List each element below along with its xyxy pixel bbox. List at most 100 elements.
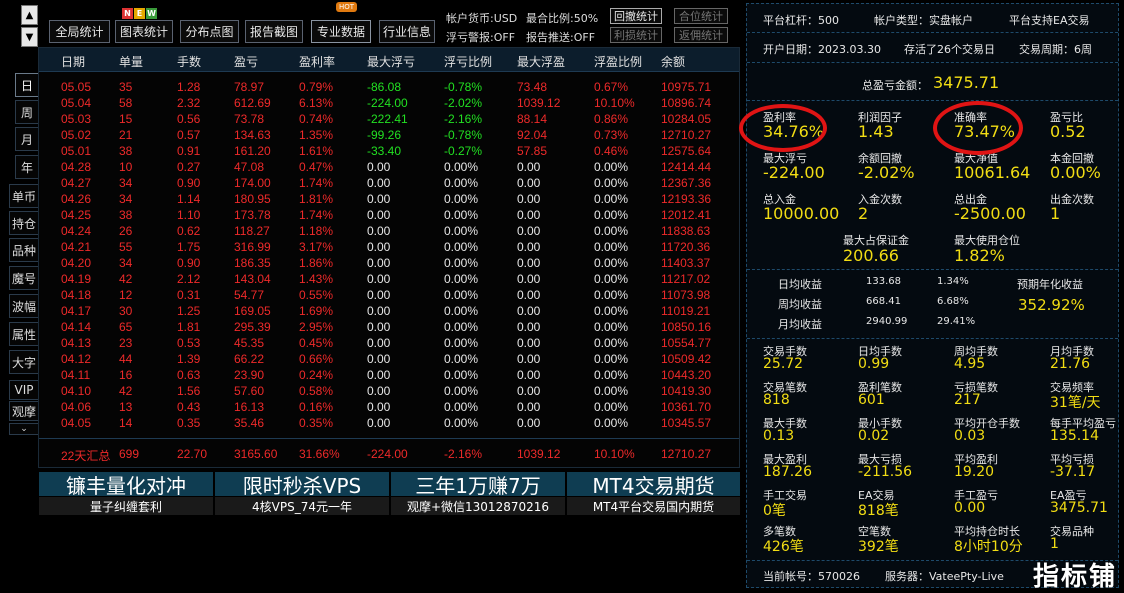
cell-max-float-loss: 0.00 <box>367 288 391 302</box>
column-header-orders[interactable]: 单量 <box>119 53 143 70</box>
distribution-chart-button[interactable]: 分布点图 <box>180 20 239 43</box>
cell-float-profit-ratio: 0.00% <box>594 176 629 190</box>
table-row[interactable]: 05.02 21 0.57 134.63 1.35% -99.26 -0.78% 92.04 0… <box>39 128 739 144</box>
sidebar-item-magic-number[interactable]: 魔号 <box>9 266 39 290</box>
table-row[interactable]: 04.27 34 0.90 174.00 1.74% 0.00 0.00% 0.00 0.00%… <box>39 176 739 192</box>
stat-value: -2.02% <box>858 163 915 182</box>
table-row[interactable]: 04.17 30 1.25 169.05 1.69% 0.00 0.00% 0.00 0.00%… <box>39 304 739 320</box>
cell-max-float-loss: 0.00 <box>367 400 391 414</box>
report-push-label: 报告推送:OFF <box>526 31 596 44</box>
cell-rate: 0.24% <box>299 368 334 382</box>
position-stats-button[interactable]: 合位统计 <box>674 8 728 24</box>
scroll-up-button[interactable]: ▲ <box>21 5 38 25</box>
sidebar-item-large-font[interactable]: 大字 <box>9 350 39 374</box>
sidebar-item-week[interactable]: 周 <box>15 100 39 124</box>
table-row[interactable]: 04.21 55 1.75 316.99 3.17% 0.00 0.00% 0.00 0.00%… <box>39 240 739 256</box>
chart-stats-button[interactable]: 图表统计 <box>115 20 173 43</box>
daily-stats-table: 日期 单量 手数 盈亏 盈利率 最大浮亏 浮亏比例 最大浮盈 浮盈比例 余额 05.05 35 1.2… <box>38 47 740 468</box>
cell-rate: 1.61% <box>299 144 334 158</box>
cell-date: 05.03 <box>61 112 92 126</box>
table-row[interactable]: 04.14 65 1.81 295.39 2.95% 0.00 0.00% 0.00 0.00%… <box>39 320 739 336</box>
table-row[interactable]: 04.26 34 1.14 180.95 1.81% 0.00 0.00% 0.00 0.00%… <box>39 192 739 208</box>
sidebar-more-button[interactable]: ⌄ <box>9 423 39 435</box>
report-screenshot-button[interactable]: 报告截图 <box>245 20 303 43</box>
stat-value: 818笔 <box>858 503 899 519</box>
cell-float-loss-ratio: 0.00% <box>444 320 479 334</box>
table-row[interactable]: 04.06 13 0.43 16.13 0.16% 0.00 0.00% 0.00 0.00% 1… <box>39 400 739 416</box>
cell-max-float-loss: 0.00 <box>367 384 391 398</box>
sidebar-item-attributes[interactable]: 属性 <box>9 322 39 346</box>
banner-vps-promo[interactable]: 限时秒杀VPS <box>215 472 389 498</box>
cell-balance: 10850.16 <box>661 320 712 334</box>
cell-lots: 0.31 <box>177 288 201 302</box>
banner-sub-vps-promo[interactable]: 4核VPS_74元一年 <box>215 497 389 515</box>
table-row[interactable]: 05.05 35 1.28 78.97 0.79% -86.08 -0.78% 73.48 0.… <box>39 80 739 96</box>
scroll-down-button[interactable]: ▼ <box>21 27 38 47</box>
column-header-rate[interactable]: 盈利率 <box>299 53 335 70</box>
banner-sub-mt4-futures-promo[interactable]: MT4平台交易国内期货 <box>567 497 740 515</box>
banner-sub-hedge-promo[interactable]: 量子纠缠套利 <box>39 497 213 515</box>
global-stats-button[interactable]: 全局统计 <box>49 20 110 43</box>
table-row[interactable]: 04.10 42 1.56 57.60 0.58% 0.00 0.00% 0.00 0.00% 1… <box>39 384 739 400</box>
banner-earnings-promo[interactable]: 三年1万赚7万 <box>391 472 565 498</box>
sidebar-item-symbols[interactable]: 品种 <box>9 238 39 262</box>
table-row[interactable]: 05.03 15 0.56 73.78 0.74% -222.41 -2.16% 88.14 0… <box>39 112 739 128</box>
profit-loss-stats-button[interactable]: 利损统计 <box>610 27 662 43</box>
table-row[interactable]: 04.12 44 1.39 66.22 0.66% 0.00 0.00% 0.00 0.00% 1… <box>39 352 739 368</box>
table-row[interactable]: 04.25 38 1.10 173.78 1.74% 0.00 0.00% 0.00 0.00%… <box>39 208 739 224</box>
cell-float-loss-ratio: 0.00% <box>444 384 479 398</box>
column-header-max-float-loss[interactable]: 最大浮亏 <box>367 53 415 70</box>
cell-max-float-profit: 0.00 <box>517 320 541 334</box>
banner-hedge-promo[interactable]: 镰丰量化对冲 <box>39 472 213 498</box>
rebate-stats-button[interactable]: 返佣统计 <box>674 27 728 43</box>
new-badge-e: E <box>134 8 145 19</box>
column-header-balance[interactable]: 余额 <box>661 53 685 70</box>
column-header-max-float-profit[interactable]: 最大浮盈 <box>517 53 565 70</box>
sidebar-item-month[interactable]: 月 <box>15 127 39 151</box>
cell-pnl: 57.60 <box>234 384 265 398</box>
cell-balance: 11838.63 <box>661 224 711 238</box>
industry-info-button[interactable]: 行业信息 <box>379 20 435 43</box>
column-header-pnl[interactable]: 盈亏 <box>234 53 258 70</box>
cell-rate: 0.66% <box>299 352 334 366</box>
sidebar-item-single-currency[interactable]: 单币 <box>9 184 39 208</box>
table-row[interactable]: 04.05 14 0.35 35.46 0.35% 0.00 0.00% 0.00 0.00% 1… <box>39 416 739 432</box>
cell-float-loss-ratio: 0.00% <box>444 192 479 206</box>
cell-max-float-profit: 0.00 <box>517 240 541 254</box>
table-row[interactable]: 04.20 34 0.90 186.35 1.86% 0.00 0.00% 0.00 0.00%… <box>39 256 739 272</box>
cell-max-float-profit: 0.00 <box>517 224 541 238</box>
table-row[interactable]: 04.18 12 0.31 54.77 0.55% 0.00 0.00% 0.00 0.00% 1… <box>39 288 739 304</box>
sidebar-item-year[interactable]: 年 <box>15 155 39 179</box>
cell-max-float-profit: 0.00 <box>517 176 541 190</box>
table-row[interactable]: 04.19 42 2.12 143.04 1.43% 0.00 0.00% 0.00 0.00%… <box>39 272 739 288</box>
column-header-float-profit-ratio[interactable]: 浮盈比例 <box>594 53 642 70</box>
banner-sub-earnings-promo[interactable]: 观摩+微信13012870216 <box>391 497 565 515</box>
cell-orders: 34 <box>119 256 133 270</box>
table-row[interactable]: 05.04 58 2.32 612.69 6.13% -224.00 -2.02% 1039.… <box>39 96 739 112</box>
banner-mt4-futures-promo[interactable]: MT4交易期货 <box>567 472 740 498</box>
table-row[interactable]: 04.28 10 0.27 47.08 0.47% 0.00 0.00% 0.00 0.00% 1… <box>39 160 739 176</box>
cell-float-profit-ratio: 0.00% <box>594 320 629 334</box>
column-header-date[interactable]: 日期 <box>61 53 85 70</box>
drawdown-stats-button[interactable]: 回撤统计 <box>610 8 662 24</box>
stat-value: 1 <box>1050 204 1061 223</box>
table-row[interactable]: 05.01 38 0.91 161.20 1.61% -33.40 -0.27% 57.85 0… <box>39 144 739 160</box>
cell-rate: 1.74% <box>299 208 334 222</box>
cell-max-float-loss: 0.00 <box>367 224 391 238</box>
sidebar-item-volatility[interactable]: 波幅 <box>9 294 39 318</box>
column-header-lots[interactable]: 手数 <box>177 53 201 70</box>
sidebar-item-positions[interactable]: 持仓 <box>9 211 39 235</box>
stat-value: 3475.71 <box>1050 500 1108 516</box>
cell-date: 04.24 <box>61 224 92 238</box>
column-header-float-loss-ratio[interactable]: 浮亏比例 <box>444 53 492 70</box>
table-row[interactable]: 04.24 26 0.62 118.27 1.18% 0.00 0.00% 0.00 0.00%… <box>39 224 739 240</box>
sidebar-item-observe[interactable]: 观摩 <box>9 401 39 421</box>
table-row[interactable]: 04.11 16 0.63 23.90 0.24% 0.00 0.00% 0.00 0.00% 1… <box>39 368 739 384</box>
cell-orders: 42 <box>119 272 133 286</box>
sidebar-item-day[interactable]: 日 <box>15 73 39 97</box>
periodic-pct: 6.68% <box>937 296 969 307</box>
sidebar-item-vip[interactable]: VIP <box>9 380 39 400</box>
pro-data-button[interactable]: 专业数据 <box>311 20 371 43</box>
summary-max-float-profit: 1039.12 <box>517 447 561 461</box>
table-row[interactable]: 04.13 23 0.53 45.35 0.45% 0.00 0.00% 0.00 0.00% 1… <box>39 336 739 352</box>
